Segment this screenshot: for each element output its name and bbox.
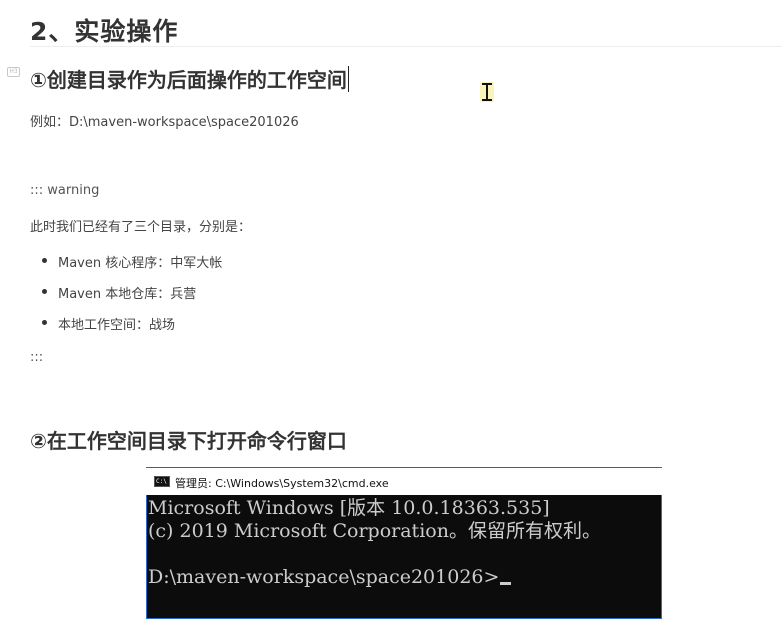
step1-heading[interactable]: ①创建目录作为后面操作的工作空间 bbox=[30, 64, 349, 93]
ibeam-cursor-icon bbox=[480, 82, 494, 102]
cmd-output-line: (c) 2019 Microsoft Corporation。保留所有权利。 bbox=[148, 520, 601, 542]
list-item[interactable]: Maven 本地仓库：兵营 bbox=[40, 283, 222, 314]
cmd-titlebar: C:\ 管理员: C:\Windows\System32\cmd.exe bbox=[146, 467, 662, 495]
text-caret bbox=[347, 66, 349, 92]
bullet-icon bbox=[42, 289, 47, 294]
bullet-icon bbox=[42, 320, 47, 325]
cmd-prompt-line: D:\maven-workspace\space201026> bbox=[148, 566, 512, 588]
section-heading: 2、实验操作 bbox=[30, 17, 179, 46]
cmd-window-title: 管理员: C:\Windows\System32\cmd.exe bbox=[175, 477, 389, 490]
cmd-window-screenshot: C:\ 管理员: C:\Windows\System32\cmd.exe Mic… bbox=[146, 467, 662, 619]
list-item[interactable]: 本地工作空间：战场 bbox=[40, 314, 222, 345]
directory-list: Maven 核心程序：中军大帐 Maven 本地仓库：兵营 本地工作空间：战场 bbox=[40, 252, 222, 345]
warning-close-marker[interactable]: ::: bbox=[30, 350, 43, 365]
bullet-icon bbox=[42, 258, 47, 263]
example-path[interactable]: 例如：D:\maven-workspace\space201026 bbox=[30, 111, 299, 130]
warning-intro[interactable]: 此时我们已经有了三个目录，分别是： bbox=[30, 216, 251, 235]
heading-anchor-icon[interactable]: H3 bbox=[7, 67, 20, 77]
step2-heading[interactable]: ②在工作空间目录下打开命令行窗口 bbox=[30, 425, 347, 454]
cmd-output-line: Microsoft Windows [版本 10.0.18363.535] bbox=[148, 497, 550, 519]
list-item[interactable]: Maven 核心程序：中军大帐 bbox=[40, 252, 222, 283]
cmd-icon: C:\ bbox=[154, 476, 170, 487]
warning-open-marker[interactable]: ::: warning bbox=[30, 183, 99, 198]
heading-divider bbox=[30, 46, 782, 47]
step1-heading-text[interactable]: ①创建目录作为后面操作的工作空间 bbox=[30, 68, 347, 92]
console-cursor bbox=[500, 582, 512, 585]
document-page: 2、实验操作 H3 ①创建目录作为后面操作的工作空间 例如：D:\maven-w… bbox=[0, 0, 782, 626]
cmd-prompt: D:\maven-workspace\space201026> bbox=[148, 566, 500, 588]
cmd-console: Microsoft Windows [版本 10.0.18363.535] (c… bbox=[146, 495, 662, 619]
